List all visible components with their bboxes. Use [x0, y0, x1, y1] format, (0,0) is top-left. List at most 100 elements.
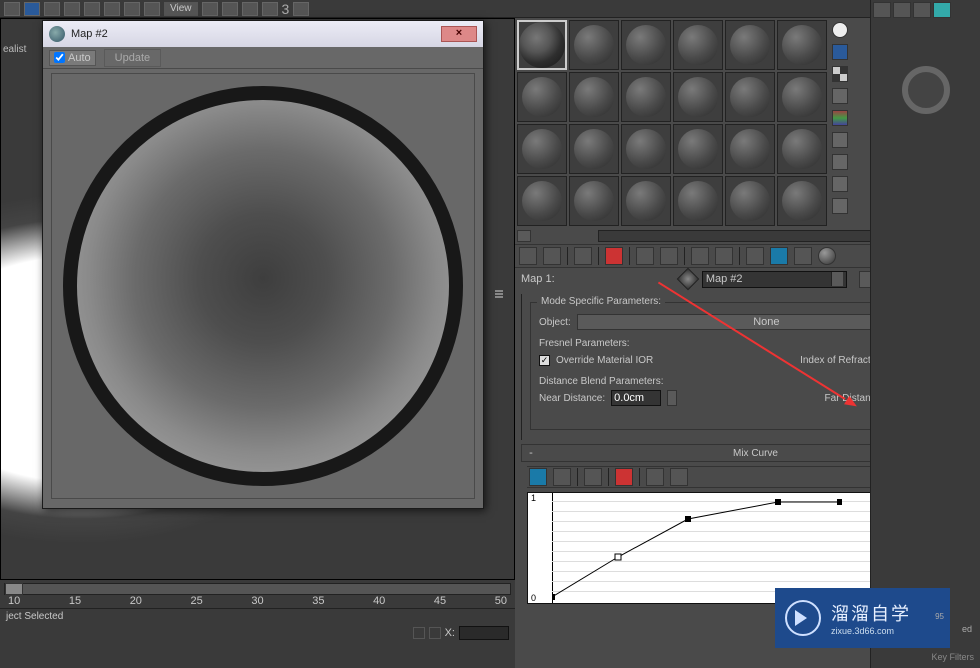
background-icon[interactable] [832, 66, 848, 82]
watermark-title: 溜溜自学 [831, 600, 911, 626]
go-forward-icon[interactable] [794, 247, 812, 265]
material-swatch[interactable] [517, 72, 567, 122]
tool-icon[interactable] [84, 2, 100, 16]
material-swatch[interactable] [673, 72, 723, 122]
chevron-down-icon[interactable] [831, 272, 843, 286]
splitter-handle[interactable] [495, 290, 513, 300]
material-swatch[interactable] [621, 20, 671, 70]
tool-icon[interactable] [104, 2, 120, 16]
viewcube[interactable] [871, 20, 980, 160]
render-frame-icon[interactable] [893, 2, 911, 18]
material-swatch[interactable] [569, 20, 619, 70]
options-icon[interactable] [832, 154, 848, 170]
tool-icon[interactable] [293, 2, 309, 16]
preview-controls: Auto Update [43, 47, 483, 69]
override-ior-checkbox[interactable] [539, 355, 550, 366]
auto-checkbox-input[interactable] [54, 52, 65, 63]
material-swatch[interactable] [777, 20, 827, 70]
delete-point-icon[interactable] [615, 468, 633, 486]
tool-icon[interactable] [242, 2, 258, 16]
get-material-icon[interactable] [519, 247, 537, 265]
sample-uv-icon[interactable] [832, 88, 848, 104]
material-swatch[interactable] [777, 124, 827, 174]
group-title: Mode Specific Parameters: [537, 296, 665, 307]
material-swatch[interactable] [621, 72, 671, 122]
show-end-result-icon[interactable] [746, 247, 764, 265]
status-bar: ject Selected X: [0, 608, 515, 668]
material-swatch[interactable] [673, 176, 723, 226]
material-swatch[interactable] [725, 176, 775, 226]
near-distance-spinner[interactable]: 0.0cm [611, 390, 661, 406]
go-parent-icon[interactable] [770, 247, 788, 265]
tool-icon[interactable] [64, 2, 80, 16]
reference-coord-combo[interactable]: View [164, 2, 198, 16]
update-button[interactable]: Update [104, 49, 161, 67]
make-preview-icon[interactable] [832, 132, 848, 148]
tool-icon[interactable] [24, 2, 40, 16]
move-point-icon[interactable] [529, 468, 547, 486]
render-setup-icon[interactable] [873, 2, 891, 18]
material-swatch[interactable] [569, 176, 619, 226]
put-library-icon[interactable] [691, 247, 709, 265]
sample-sphere-icon[interactable] [818, 247, 836, 265]
spinner-buttons-icon[interactable] [667, 390, 677, 406]
eyedropper-icon[interactable] [677, 268, 700, 291]
window-titlebar[interactable]: Map #2 × [43, 21, 483, 47]
tool-icon[interactable] [222, 2, 238, 16]
key-icon[interactable] [429, 627, 441, 639]
video-check-icon[interactable] [832, 110, 848, 126]
timeline-ticks: 101520253035404550 [0, 595, 515, 607]
tangent-icon[interactable] [670, 468, 688, 486]
assign-icon[interactable] [574, 247, 592, 265]
lock-icon[interactable] [413, 627, 425, 639]
tool-icon[interactable] [44, 2, 60, 16]
material-swatch[interactable] [673, 124, 723, 174]
close-button[interactable]: × [441, 26, 477, 42]
main-toolbar: View 3 [0, 0, 980, 18]
key-filters-label[interactable]: Key Filters [931, 652, 974, 662]
tool-icon[interactable] [202, 2, 218, 16]
material-swatch[interactable] [725, 20, 775, 70]
backlight-icon[interactable] [832, 44, 848, 60]
timeline-thumb[interactable] [5, 583, 23, 595]
timeline[interactable]: 101520253035404550 [0, 580, 515, 608]
tool-icon[interactable] [4, 2, 20, 16]
make-unique-icon[interactable] [660, 247, 678, 265]
material-swatch[interactable] [725, 72, 775, 122]
material-swatch[interactable] [517, 20, 567, 70]
add-point-icon[interactable] [584, 468, 602, 486]
put-to-scene-icon[interactable] [543, 247, 561, 265]
material-swatch[interactable] [569, 72, 619, 122]
tool-icon[interactable] [144, 2, 160, 16]
material-id-icon[interactable] [715, 247, 733, 265]
material-swatch[interactable] [621, 124, 671, 174]
map-name-combo[interactable]: Map #2 [702, 271, 847, 288]
x-field[interactable] [459, 626, 509, 640]
material-swatch[interactable] [569, 124, 619, 174]
collapse-icon[interactable]: - [526, 447, 536, 459]
material-swatch[interactable] [777, 176, 827, 226]
pick-icon[interactable] [832, 198, 848, 214]
material-swatch[interactable] [777, 72, 827, 122]
render-shortcuts [871, 0, 980, 20]
make-copy-icon[interactable] [636, 247, 654, 265]
select-by-material-icon[interactable] [832, 176, 848, 192]
scroll-left-icon[interactable] [517, 230, 531, 242]
scale-point-icon[interactable] [553, 468, 571, 486]
tool-icon[interactable] [124, 2, 140, 16]
override-ior-label: Override Material IOR [556, 355, 653, 366]
viewport-shading-label[interactable]: ealist [3, 44, 26, 55]
reset-curve-icon[interactable] [646, 468, 664, 486]
material-swatch[interactable] [673, 20, 723, 70]
render-production-icon[interactable] [933, 2, 951, 18]
render-icon[interactable] [913, 2, 931, 18]
tool-icon[interactable] [262, 2, 278, 16]
material-swatch[interactable] [517, 124, 567, 174]
material-swatch[interactable] [725, 124, 775, 174]
sample-type-icon[interactable] [832, 22, 848, 38]
reset-icon[interactable] [605, 247, 623, 265]
material-swatch[interactable] [517, 176, 567, 226]
material-swatch[interactable] [621, 176, 671, 226]
timeline-track[interactable] [4, 583, 511, 595]
auto-checkbox[interactable]: Auto [49, 50, 96, 66]
